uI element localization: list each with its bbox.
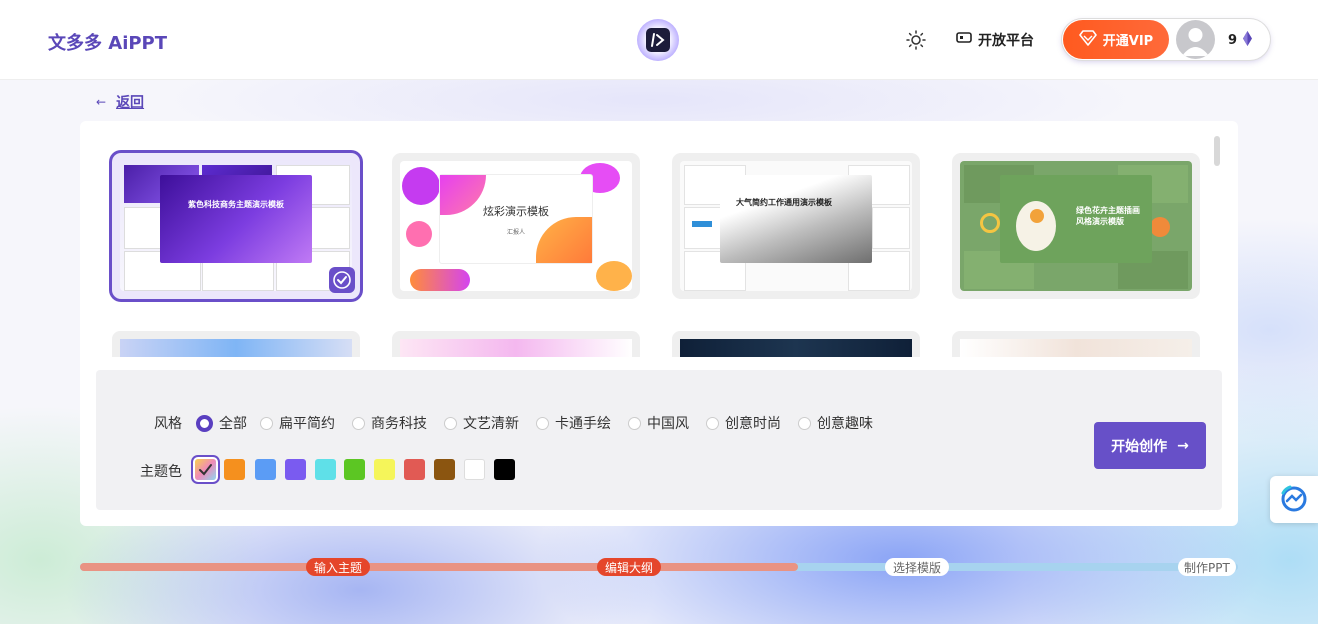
credit-count: 9 [1228, 33, 1238, 48]
color-swatch-blue[interactable] [255, 459, 276, 480]
template-title-3: 大气简约工作通用演示模板 [736, 198, 832, 207]
avatar[interactable] [1176, 20, 1215, 59]
scrollbar-thumb[interactable] [1214, 136, 1220, 166]
template-cover-3: 大气简约工作通用演示模板 [720, 175, 872, 263]
start-create-button[interactable]: 开始创作 → [1094, 422, 1206, 469]
credit-balance[interactable]: 9 [1228, 31, 1253, 50]
open-platform-label: 开放平台 [978, 33, 1034, 49]
color-swatch-black[interactable] [494, 459, 515, 480]
color-swatch-green[interactable] [344, 459, 365, 480]
filter-panel: 风格 全部 扁平简约 商务科技 文艺清新 卡通手绘 中国风 创意时尚 创意趣味 … [96, 370, 1222, 510]
style-option-label: 扁平简约 [279, 416, 335, 432]
assistant-icon [1281, 485, 1307, 512]
step-edit-outline[interactable]: 编辑大纲 [597, 558, 662, 576]
template-title-4: 绿色花卉主题插画风格演示模版 [1076, 206, 1140, 226]
diamond-icon [1078, 29, 1097, 50]
step-choose-template[interactable]: 选择模版 [885, 558, 950, 576]
template-card-1[interactable]: 紫色科技商务主题演示模板 [112, 153, 360, 299]
color-swatch-yellow[interactable] [374, 459, 395, 480]
open-platform-link[interactable]: 开放平台 [956, 30, 1034, 50]
radio-icon [706, 416, 719, 430]
vip-button[interactable]: 开通VIP [1063, 20, 1169, 59]
template-title-2: 炫彩演示模板 [483, 204, 549, 218]
color-swatch-all[interactable] [195, 459, 216, 480]
template-cover-1: 紫色科技商务主题演示模板 [160, 175, 312, 263]
template-card-8[interactable] [952, 331, 1200, 357]
floating-assistant-button[interactable] [1270, 476, 1318, 523]
color-swatch-brown[interactable] [434, 459, 455, 480]
style-option-fun[interactable]: 创意趣味 [798, 413, 873, 433]
style-option-label: 全部 [219, 416, 247, 432]
template-cover-2: 炫彩演示模板 汇报人 [440, 175, 592, 263]
progress-steps: 输入主题 编辑大纲 选择模版 制作PPT [80, 556, 1238, 578]
color-swatch-white[interactable] [464, 459, 485, 480]
arrow-right-icon: → [1177, 437, 1189, 454]
style-option-label: 商务科技 [371, 416, 427, 432]
back-label: 返回 [116, 95, 145, 111]
check-icon [329, 267, 355, 293]
template-picker-card: 紫色科技商务主题演示模板 炫彩演示模板 汇报人 大气简约工作通用演示模板 绿色花… [80, 121, 1238, 526]
step-input-topic[interactable]: 输入主题 [306, 558, 371, 576]
style-option-literary[interactable]: 文艺清新 [444, 413, 519, 433]
start-create-label: 开始创作 [1111, 438, 1168, 455]
platform-icon [956, 31, 972, 49]
style-option-fashion[interactable]: 创意时尚 [706, 413, 781, 433]
style-option-flat[interactable]: 扁平简约 [260, 413, 335, 433]
style-option-label: 卡通手绘 [555, 416, 611, 432]
template-card-5[interactable] [112, 331, 360, 357]
radio-icon [352, 416, 365, 430]
style-option-label: 创意时尚 [725, 416, 781, 432]
style-option-chinese[interactable]: 中国风 [628, 413, 689, 433]
back-link[interactable]: ← 返回 [96, 92, 144, 112]
radio-icon [536, 416, 549, 430]
check-icon [199, 464, 212, 476]
app-logo-icon[interactable] [637, 19, 679, 61]
style-option-all[interactable]: 全部 [196, 413, 247, 433]
brand-logo-text[interactable]: 文多多 AiPPT [48, 29, 167, 55]
style-option-business[interactable]: 商务科技 [352, 413, 427, 433]
color-swatch-red[interactable] [404, 459, 425, 480]
crystal-icon [1243, 31, 1253, 50]
progress-fill [80, 563, 798, 571]
color-swatch-purple[interactable] [285, 459, 306, 480]
style-option-label: 中国风 [647, 416, 689, 432]
style-option-label: 文艺清新 [463, 416, 519, 432]
template-card-3[interactable]: 大气简约工作通用演示模板 [672, 153, 920, 299]
radio-selected-icon [196, 414, 213, 432]
sun-icon[interactable] [905, 29, 927, 51]
radio-icon [260, 416, 273, 430]
theme-color-label: 主题色 [140, 464, 182, 480]
radio-icon [628, 416, 641, 430]
template-title-1: 紫色科技商务主题演示模板 [188, 199, 284, 209]
step-make-ppt[interactable]: 制作PPT [1178, 558, 1236, 576]
radio-icon [798, 416, 811, 430]
color-swatch-orange[interactable] [224, 459, 245, 480]
top-header: 文多多 AiPPT 开放平台 开通VIP 9 [0, 0, 1318, 80]
account-pill: 开通VIP 9 [1062, 19, 1270, 60]
style-label: 风格 [154, 416, 182, 432]
template-card-7[interactable] [672, 331, 920, 357]
template-card-2[interactable]: 炫彩演示模板 汇报人 [392, 153, 640, 299]
vip-label: 开通VIP [1102, 34, 1154, 49]
template-cover-4: 绿色花卉主题插画风格演示模版 [1000, 175, 1152, 263]
style-option-cartoon[interactable]: 卡通手绘 [536, 413, 611, 433]
template-subtitle-2: 汇报人 [506, 228, 525, 236]
template-card-6[interactable] [392, 331, 640, 357]
style-option-label: 创意趣味 [817, 416, 873, 432]
radio-icon [444, 416, 457, 430]
color-swatch-cyan[interactable] [315, 459, 336, 480]
arrow-left-icon: ← [96, 95, 107, 109]
template-card-4[interactable]: 绿色花卉主题插画风格演示模版 [952, 153, 1200, 299]
